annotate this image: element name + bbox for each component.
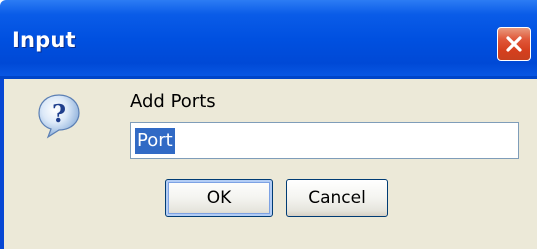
dialog-body bbox=[4, 79, 537, 249]
svg-text:?: ? bbox=[52, 99, 66, 128]
cancel-button-label: Cancel bbox=[308, 188, 366, 208]
prompt-label: Add Ports bbox=[130, 91, 216, 112]
close-button[interactable] bbox=[497, 27, 531, 61]
window-title: Input bbox=[12, 28, 76, 52]
cancel-button[interactable]: Cancel bbox=[286, 179, 388, 217]
ok-button-label: OK bbox=[206, 188, 232, 208]
title-bar[interactable]: Input bbox=[0, 0, 537, 79]
port-name-input[interactable]: Port bbox=[130, 122, 519, 159]
ok-button[interactable]: OK bbox=[165, 179, 273, 217]
input-dialog: Input ? Add Ports Port OK Cancel bbox=[0, 0, 537, 249]
close-icon bbox=[506, 36, 522, 52]
question-icon: ? bbox=[38, 94, 80, 139]
selected-text: Port bbox=[135, 127, 175, 154]
